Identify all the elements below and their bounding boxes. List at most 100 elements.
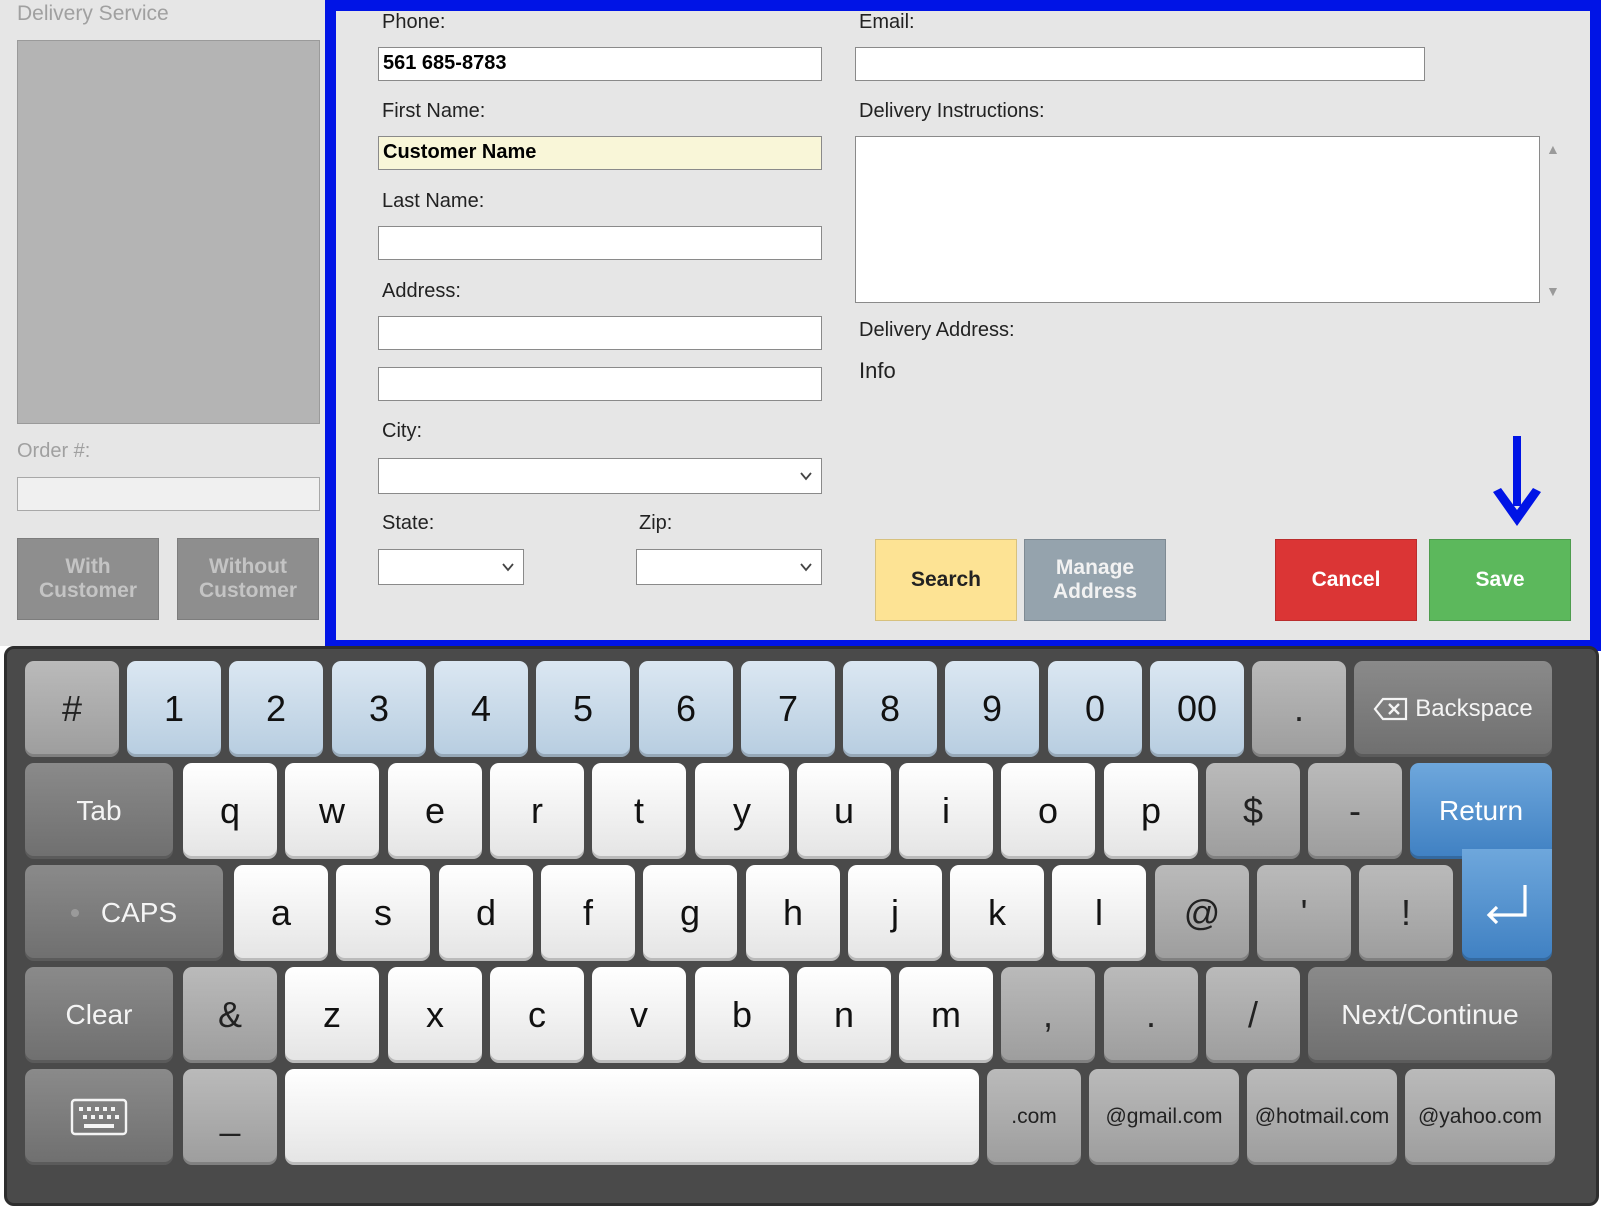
phone-input[interactable]: 561 685-8783 (378, 47, 822, 81)
backspace-label: Backspace (1415, 695, 1533, 722)
with-customer-button: With Customer (17, 538, 159, 620)
keyboard-toggle-key[interactable] (25, 1069, 173, 1165)
address-line2-input[interactable] (378, 367, 822, 401)
key-h[interactable]: h (746, 865, 840, 961)
key-q[interactable]: q (183, 763, 277, 859)
arrow-down-icon (1493, 436, 1541, 526)
key-1[interactable]: 1 (127, 661, 221, 757)
key-9[interactable]: 9 (945, 661, 1039, 757)
chevron-down-icon (800, 563, 812, 572)
key-s[interactable]: s (336, 865, 430, 961)
save-button[interactable]: Save (1429, 539, 1571, 621)
key-j[interactable]: j (848, 865, 942, 961)
space-key[interactable] (285, 1069, 979, 1165)
delivery-service-list (17, 40, 320, 424)
key-4[interactable]: 4 (434, 661, 528, 757)
phone-label: Phone: (382, 11, 446, 33)
caps-indicator-icon (70, 909, 79, 917)
key-w[interactable]: w (285, 763, 379, 859)
caps-key[interactable]: CAPS (25, 865, 223, 961)
keyboard-icon (70, 1098, 128, 1136)
delivery-address-info: Info (859, 358, 896, 383)
last-name-input[interactable] (378, 226, 822, 260)
zip-label: Zip: (639, 512, 673, 534)
key-yahoo[interactable]: @yahoo.com (1405, 1069, 1555, 1165)
first-name-label: First Name: (382, 100, 486, 122)
key-e[interactable]: e (388, 763, 482, 859)
key-comma[interactable]: , (1001, 967, 1095, 1063)
city-select[interactable] (378, 458, 822, 494)
delivery-instructions-textarea[interactable] (855, 136, 1540, 303)
key-2[interactable]: 2 (229, 661, 323, 757)
key-l[interactable]: l (1052, 865, 1146, 961)
key-f[interactable]: f (541, 865, 635, 961)
email-label: Email: (859, 11, 915, 33)
key-b[interactable]: b (695, 967, 789, 1063)
key-at[interactable]: @ (1155, 865, 1249, 961)
state-select[interactable] (378, 549, 524, 585)
key-underscore[interactable]: _ (183, 1069, 277, 1165)
zip-select[interactable] (636, 549, 822, 585)
key-y[interactable]: y (695, 763, 789, 859)
key-3[interactable]: 3 (332, 661, 426, 757)
key-hash[interactable]: # (25, 661, 119, 757)
key-g[interactable]: g (643, 865, 737, 961)
key-exclamation[interactable]: ! (1359, 865, 1453, 961)
key-00[interactable]: 00 (1150, 661, 1244, 757)
key-ampersand[interactable]: & (183, 967, 277, 1063)
key-7[interactable]: 7 (741, 661, 835, 757)
cancel-button[interactable]: Cancel (1275, 539, 1417, 621)
key-d[interactable]: d (439, 865, 533, 961)
key-hotmail[interactable]: @hotmail.com (1247, 1069, 1397, 1165)
return-key-lower[interactable] (1462, 849, 1552, 961)
manage-address-button[interactable]: Manage Address (1024, 539, 1166, 621)
key-m[interactable]: m (899, 967, 993, 1063)
key-u[interactable]: u (797, 763, 891, 859)
key-slash[interactable]: / (1206, 967, 1300, 1063)
key-t[interactable]: t (592, 763, 686, 859)
return-key[interactable]: Return (1410, 763, 1552, 859)
key-i[interactable]: i (899, 763, 993, 859)
email-input[interactable] (855, 47, 1425, 81)
backspace-key[interactable]: Backspace (1354, 661, 1552, 757)
return-arrow-icon (1486, 885, 1527, 925)
key-r[interactable]: r (490, 763, 584, 859)
clear-key[interactable]: Clear (25, 967, 173, 1063)
backspace-icon (1373, 697, 1408, 721)
key-dollar[interactable]: $ (1206, 763, 1300, 859)
key-k[interactable]: k (950, 865, 1044, 961)
key-hyphen[interactable]: - (1308, 763, 1402, 859)
key-z[interactable]: z (285, 967, 379, 1063)
state-label: State: (382, 512, 435, 534)
caps-label: CAPS (100, 897, 178, 928)
key-c[interactable]: c (490, 967, 584, 1063)
customer-form: Phone: 561 685-8783 Email: First Name: C… (325, 0, 1601, 651)
key-x[interactable]: x (388, 967, 482, 1063)
key-o[interactable]: o (1001, 763, 1095, 859)
key-5[interactable]: 5 (536, 661, 630, 757)
key-gmail[interactable]: @gmail.com (1089, 1069, 1239, 1165)
key-p[interactable]: p (1104, 763, 1198, 859)
left-panel: Delivery Service Order #: With Customer … (0, 0, 325, 646)
key-6[interactable]: 6 (639, 661, 733, 757)
last-name-label: Last Name: (382, 190, 485, 212)
scroll-up-icon[interactable]: ▲ (1546, 141, 1560, 157)
city-label: City: (382, 420, 422, 442)
address-line1-input[interactable] (378, 316, 822, 350)
key-8[interactable]: 8 (843, 661, 937, 757)
first-name-input[interactable]: Customer Name (378, 136, 822, 170)
key-v[interactable]: v (592, 967, 686, 1063)
key-apostrophe[interactable]: ' (1257, 865, 1351, 961)
key-n[interactable]: n (797, 967, 891, 1063)
key-a[interactable]: a (234, 865, 328, 961)
search-button[interactable]: Search (875, 539, 1017, 621)
tab-key[interactable]: Tab (25, 763, 173, 859)
key-dot[interactable]: . (1104, 967, 1198, 1063)
next-continue-key[interactable]: Next/Continue (1308, 967, 1552, 1063)
scroll-down-icon[interactable]: ▼ (1546, 283, 1560, 299)
key-dotcom[interactable]: .com (987, 1069, 1081, 1165)
key-period[interactable]: . (1252, 661, 1346, 757)
order-number-label: Order #: (17, 440, 91, 462)
on-screen-keyboard: # 1 2 3 4 5 6 7 8 9 0 00 . Backspace Tab… (4, 646, 1599, 1206)
key-0[interactable]: 0 (1048, 661, 1142, 757)
